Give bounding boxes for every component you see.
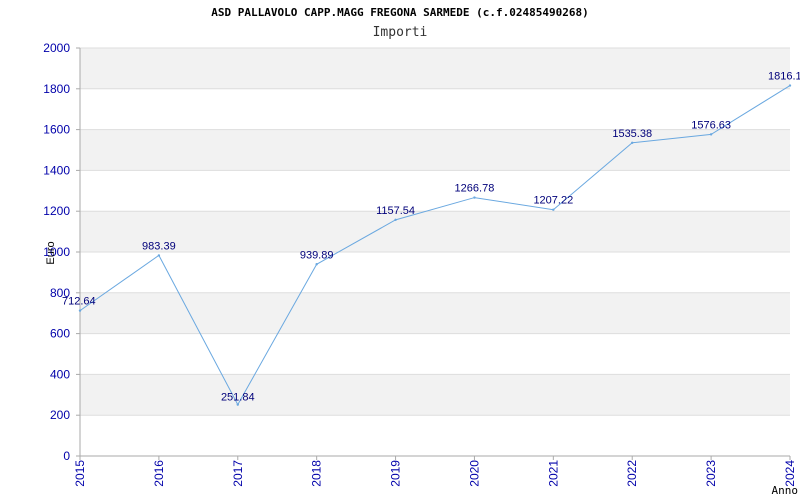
data-label: 1576.63 — [691, 119, 731, 131]
data-label: 1266.78 — [455, 183, 495, 195]
data-point — [552, 208, 555, 211]
y-tick-label: 0 — [63, 449, 70, 463]
data-label: 939.89 — [300, 249, 334, 261]
y-tick-label: 400 — [50, 367, 70, 381]
y-axis-label: Euro — [45, 241, 57, 264]
data-point — [709, 133, 713, 136]
y-tick-label: 1200 — [43, 204, 70, 218]
x-tick-label: 2020 — [467, 460, 481, 487]
x-tick-label: 2016 — [152, 460, 166, 487]
data-label: 1157.54 — [376, 205, 415, 217]
data-point — [315, 263, 318, 266]
data-point — [236, 403, 239, 406]
x-tick-label: 2017 — [231, 460, 245, 487]
x-tick-label: 2021 — [546, 460, 560, 487]
data-point — [394, 218, 397, 222]
x-tick-labels: 2015 2016 2017 2018 2019 2020 2021 2022 2023 2024 — [73, 456, 797, 487]
plot-band — [80, 211, 790, 252]
data-point — [631, 141, 634, 144]
x-tick-label: 2018 — [310, 460, 324, 487]
data-point — [78, 309, 82, 312]
plot-band — [80, 292, 790, 334]
plot-band — [80, 88, 790, 130]
x-tick-label: 2022 — [625, 460, 639, 487]
data-label: 1816.1 — [768, 71, 800, 83]
data-label: 251.84 — [221, 392, 255, 404]
data-label: 1207.22 — [533, 195, 573, 207]
y-tick-label: 600 — [50, 327, 70, 341]
x-tick-label: 2019 — [389, 460, 403, 487]
data-point — [473, 196, 476, 199]
data-point — [788, 84, 792, 87]
line-chart: 0200400600800100012001400160018002000 20… — [43, 41, 800, 497]
y-tick-label: 1400 — [43, 163, 70, 177]
data-label: 1535.38 — [612, 128, 652, 140]
plot-band — [80, 170, 790, 212]
x-tick-label: 2023 — [704, 460, 718, 487]
data-point — [157, 254, 161, 257]
data-label: 712.64 — [62, 296, 96, 308]
plot-band — [80, 374, 790, 416]
x-axis-label: Anno — [772, 484, 799, 497]
y-tick-label: 200 — [50, 408, 70, 422]
x-tick-label: 2024 — [783, 460, 797, 487]
plot-band — [80, 333, 790, 375]
plot-band — [80, 129, 790, 171]
y-tick-label: 1600 — [43, 123, 70, 137]
plot-band — [80, 48, 790, 89]
x-tick-label: 2015 — [73, 460, 87, 487]
plot-band — [80, 252, 790, 293]
y-tick-label: 2000 — [43, 41, 70, 55]
y-tick-label: 1800 — [43, 82, 70, 96]
plot-band — [80, 415, 790, 456]
data-label: 983.39 — [142, 240, 176, 252]
